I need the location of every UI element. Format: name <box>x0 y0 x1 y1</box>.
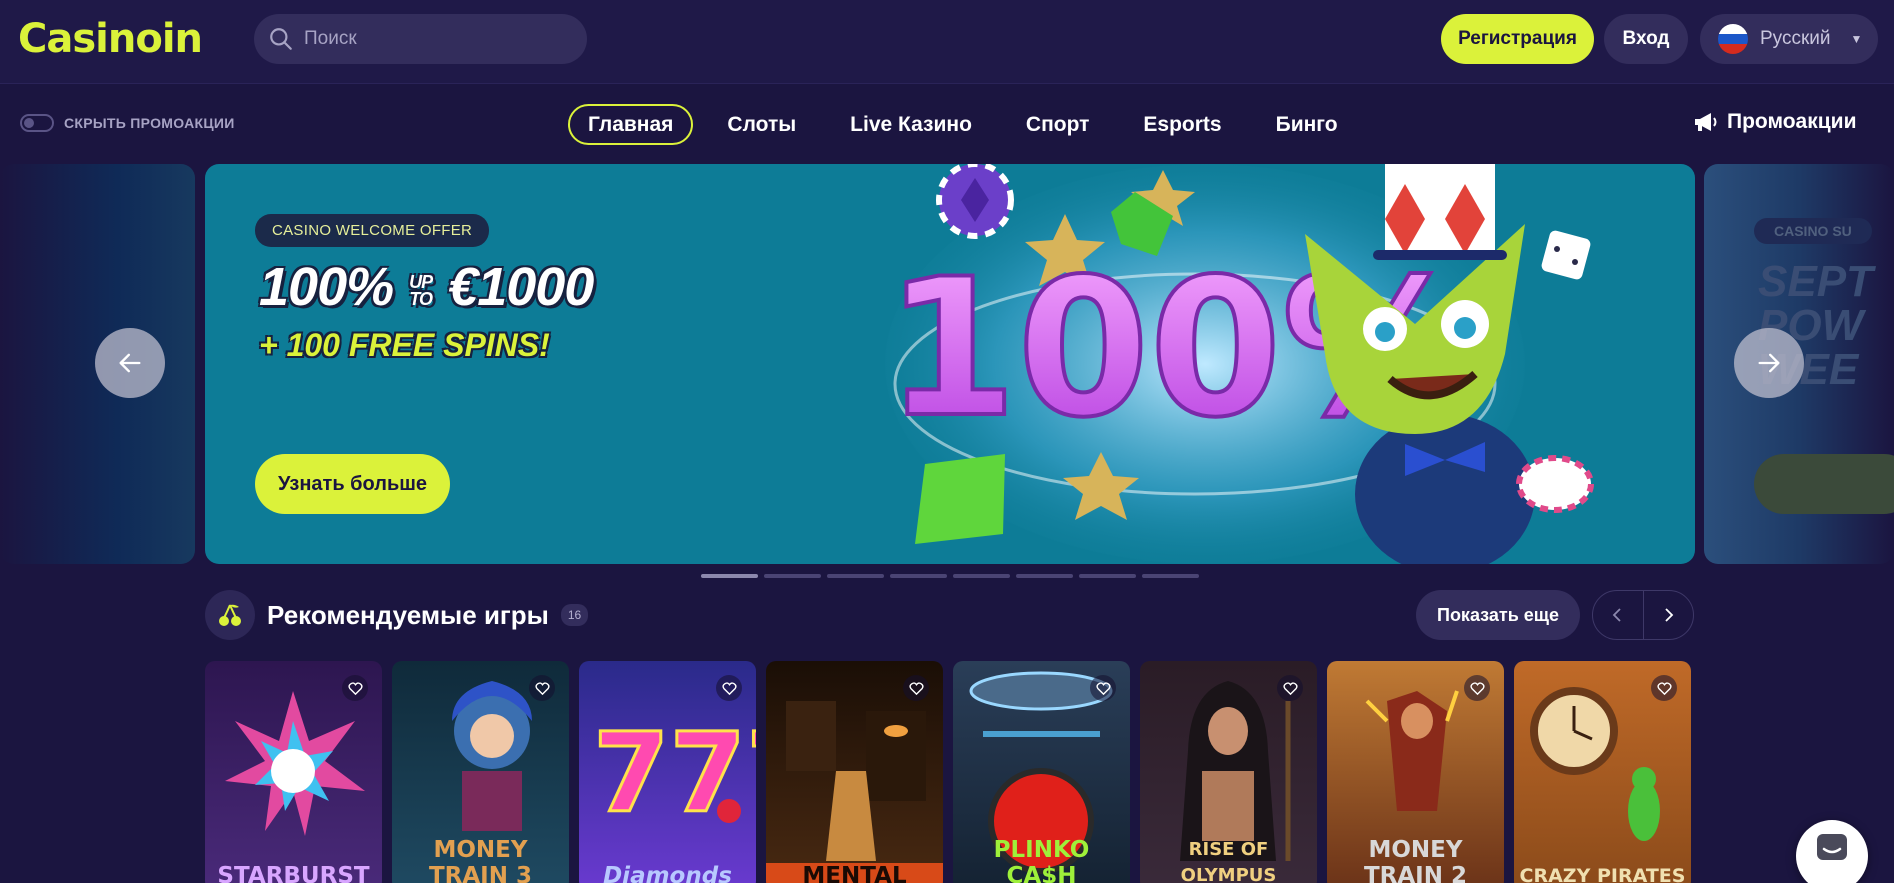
site-header: Casinoin Регистрация Вход Русский ▼ <box>0 0 1894 84</box>
search-input[interactable] <box>304 28 574 50</box>
hide-promos-label: СКРЫТЬ ПРОМОАКЦИИ <box>64 115 235 131</box>
hide-promos-toggle[interactable]: СКРЫТЬ ПРОМОАКЦИИ <box>20 114 235 132</box>
toggle-switch[interactable] <box>20 114 54 132</box>
recommended-games-header: Рекомендуемые игры 16 <box>205 590 589 640</box>
language-selector[interactable]: Русский ▼ <box>1700 14 1878 64</box>
game-card-diamonds[interactable]: 777 Diamonds <box>579 661 756 883</box>
promotions-link[interactable]: Промоакции <box>1693 110 1856 134</box>
casinoin-logo[interactable]: Casinoin <box>18 16 203 62</box>
nav-item-slots[interactable]: Слоты <box>707 104 816 145</box>
offer-headline: 100% UP TO €1000 <box>259 257 594 317</box>
register-button[interactable]: Регистрация <box>1441 14 1594 64</box>
search-bar[interactable] <box>254 14 587 64</box>
arrow-left-icon <box>119 353 141 373</box>
heart-icon <box>347 681 363 695</box>
promotions-label: Промоакции <box>1727 110 1857 133</box>
favorite-button[interactable] <box>1277 675 1303 701</box>
russia-flag-icon <box>1718 24 1748 54</box>
games-prev-button[interactable] <box>1593 591 1644 639</box>
heart-icon <box>721 681 737 695</box>
nav-item-sport[interactable]: Спорт <box>1006 104 1110 145</box>
megaphone-icon <box>1695 113 1717 131</box>
favorite-button[interactable] <box>1464 675 1490 701</box>
next-slide-cta <box>1754 454 1894 514</box>
game-card-crazy-pirates[interactable]: CRAZY PIRATES <box>1514 661 1691 883</box>
heart-icon <box>1469 681 1485 695</box>
game-card-mental[interactable]: MENTAL <box>766 661 943 883</box>
favorite-button[interactable] <box>716 675 742 701</box>
cherry-icon-wrap <box>205 590 255 640</box>
live-chat-button[interactable] <box>1796 820 1868 883</box>
banner-illustration: 100% <box>885 164 1594 564</box>
carousel-dot[interactable] <box>827 574 884 578</box>
game-title: CRAZY PIRATES <box>1519 865 1686 883</box>
welcome-offer-banner[interactable]: 100% CASINO WELCOME OFFER 100% UP TO €100… <box>205 164 1695 564</box>
cherry-icon <box>219 604 241 626</box>
learn-more-button[interactable]: Узнать больше <box>255 454 450 514</box>
search-icon <box>270 28 292 50</box>
offer-subline: + 100 FREE SPINS! <box>259 327 550 363</box>
game-card-money-train-3[interactable]: MONEY TRAIN 3 <box>392 661 569 883</box>
game-title: STARBURST <box>217 863 370 883</box>
offer-badge: CASINO WELCOME OFFER <box>255 214 490 247</box>
heart-icon <box>1095 681 1111 695</box>
game-card-rise-of-olympus[interactable]: RISE OF OLYMPUS <box>1140 661 1317 883</box>
chevron-right-icon <box>1665 608 1674 622</box>
game-title: RISE OF OLYMPUS <box>1180 839 1277 883</box>
main-nav: Главная Слоты Live Казино Спорт Esports … <box>568 104 1372 145</box>
games-row: STARBURST MONEY TRAIN 3 777 Diamonds <box>205 661 1691 883</box>
carousel-next-button[interactable] <box>1734 328 1804 398</box>
carousel-dot[interactable] <box>764 574 821 578</box>
language-label: Русский <box>1760 28 1831 49</box>
heart-icon <box>1656 681 1672 695</box>
game-title: PLINKO CA$H <box>993 837 1090 883</box>
game-title: MENTAL <box>766 863 943 883</box>
section-title: Рекомендуемые игры <box>267 599 549 630</box>
carousel-dot[interactable] <box>701 574 758 578</box>
favorite-button[interactable] <box>1090 675 1116 701</box>
favorite-button[interactable] <box>903 675 929 701</box>
carousel-prev-button[interactable] <box>95 328 165 398</box>
game-card-plinko-cash[interactable]: PLINKO CA$H <box>953 661 1130 883</box>
carousel-dot[interactable] <box>953 574 1010 578</box>
favorite-button[interactable] <box>529 675 555 701</box>
carousel-indicators <box>701 574 1199 578</box>
heart-icon <box>908 681 924 695</box>
carousel-dot[interactable] <box>1016 574 1073 578</box>
chat-icon <box>1817 834 1847 860</box>
chevron-left-icon <box>1612 608 1621 622</box>
carousel-dot[interactable] <box>890 574 947 578</box>
nav-item-esports[interactable]: Esports <box>1123 104 1241 145</box>
nav-item-home[interactable]: Главная <box>568 104 694 145</box>
heart-icon <box>1282 681 1298 695</box>
games-next-button[interactable] <box>1644 591 1694 639</box>
chevron-down-icon: ▼ <box>1850 32 1863 46</box>
favorite-button[interactable] <box>1651 675 1677 701</box>
game-card-starburst[interactable]: STARBURST <box>205 661 382 883</box>
next-slide-badge: CASINO SU <box>1754 218 1872 244</box>
carousel-dot[interactable] <box>1142 574 1199 578</box>
game-title: MONEY TRAIN 3 <box>428 837 533 883</box>
nav-item-bingo[interactable]: Бинго <box>1256 104 1358 145</box>
games-pager <box>1592 590 1694 640</box>
favorite-button[interactable] <box>342 675 368 701</box>
show-more-button[interactable]: Показать еще <box>1416 590 1580 640</box>
games-count-badge: 16 <box>560 604 589 626</box>
arrow-right-icon <box>1758 353 1780 373</box>
game-title: Diamonds <box>603 863 732 883</box>
nav-item-live-casino[interactable]: Live Казино <box>830 104 992 145</box>
heart-icon <box>534 681 550 695</box>
game-title: MONEY TRAIN 2 <box>1363 837 1468 883</box>
login-button[interactable]: Вход <box>1604 14 1688 64</box>
game-card-money-train-2[interactable]: MONEY TRAIN 2 <box>1327 661 1504 883</box>
carousel-dot[interactable] <box>1079 574 1136 578</box>
